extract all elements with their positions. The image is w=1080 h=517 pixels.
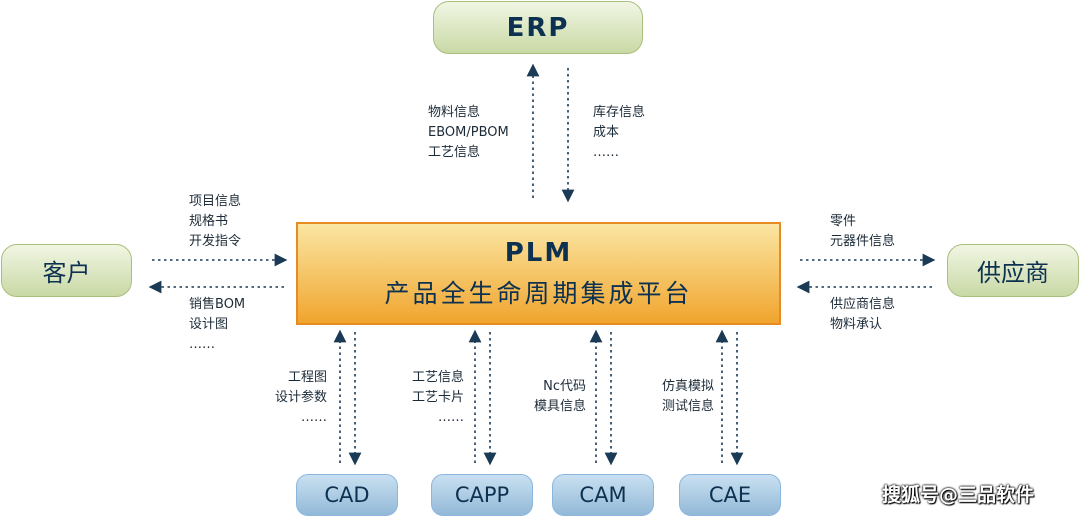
erp-node: ERP	[433, 1, 643, 54]
cae-node: CAE	[679, 474, 781, 516]
cam-node: CAM	[552, 474, 654, 516]
watermark: 搜狐号@三品软件	[882, 484, 1035, 506]
plm-node: PLM 产品全生命周期集成平台	[296, 222, 781, 325]
supplier-node: 供应商	[947, 244, 1079, 297]
plm-title: PLM	[504, 237, 573, 268]
label-cad: 工程图 设计参数 ……	[274, 370, 327, 425]
label-supplier-to-plm: 供应商信息 物料承认	[830, 297, 896, 332]
label-plm-to-supplier: 零件 元器件信息	[830, 214, 896, 249]
label-capp: 工艺信息 工艺卡片 ……	[411, 370, 464, 425]
label-cae: 仿真模拟 测试信息	[661, 379, 714, 414]
label-plm-to-customer: 销售BOM 设计图 ……	[189, 297, 246, 352]
label-customer-to-plm: 项目信息 规格书 开发指令	[189, 194, 242, 249]
label-erp-down: 库存信息 成本 ……	[593, 105, 646, 160]
label-erp-up: 物料信息 EBOM/PBOM 工艺信息	[428, 105, 509, 160]
cad-node: CAD	[296, 474, 398, 516]
label-cam: Nc代码 模具信息	[533, 379, 586, 414]
plm-subtitle: 产品全生命周期集成平台	[384, 278, 693, 308]
customer-node: 客户	[1, 244, 132, 297]
capp-node: CAPP	[431, 474, 533, 516]
